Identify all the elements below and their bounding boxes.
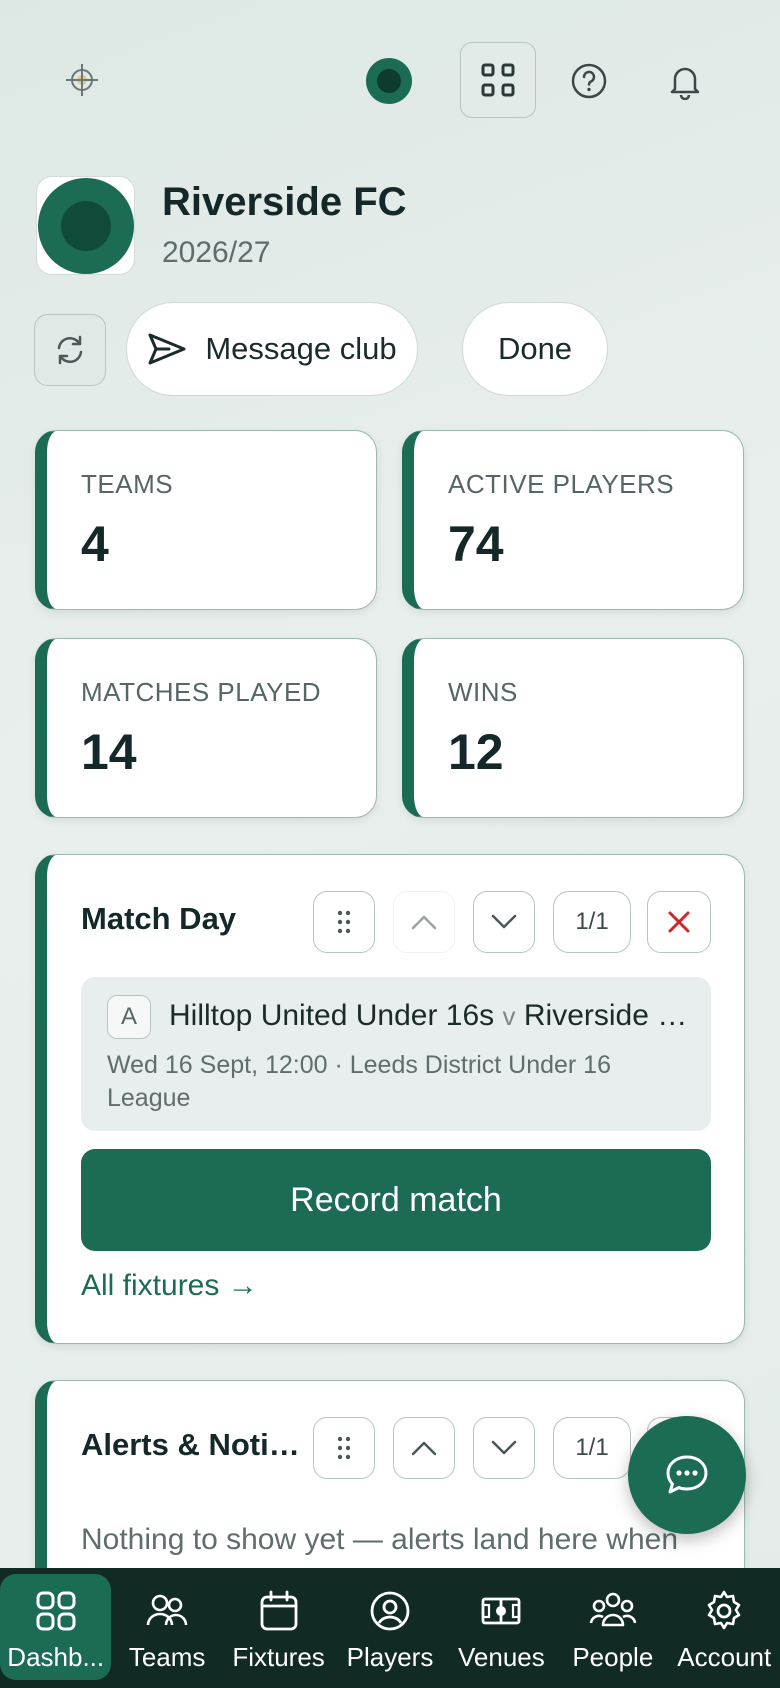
stat-value: 14 [81, 724, 137, 780]
drag-handle-button[interactable] [313, 1417, 375, 1479]
chevron-up-icon [411, 1441, 437, 1456]
stat-label: ACTIVE PLAYERS [448, 469, 675, 499]
club-logo [36, 176, 135, 275]
close-icon [668, 911, 690, 933]
nav-label: Players [346, 1642, 434, 1672]
drag-handle-icon [337, 1436, 351, 1460]
nav-label: People [572, 1642, 654, 1672]
refresh-icon [57, 335, 83, 365]
move-down-button[interactable] [473, 1417, 535, 1479]
chat-fab-button[interactable] [628, 1416, 746, 1534]
nav-label: Teams [128, 1642, 206, 1672]
bell-icon[interactable] [662, 58, 708, 104]
move-up-button[interactable] [393, 1417, 455, 1479]
done-label: Done [497, 331, 573, 366]
nav-account[interactable]: Account [669, 1568, 780, 1688]
send-icon [148, 333, 186, 365]
match-day-card: Match Day 1/1 A Hilltop United Under 16s… [35, 854, 745, 1344]
nav-label: Fixtures [232, 1642, 325, 1672]
match-day-title: Match Day [81, 901, 237, 936]
pitch-icon [479, 1586, 523, 1636]
page-count: 1/1 [553, 1417, 631, 1479]
message-club-label: Message club [205, 331, 397, 366]
stat-label: TEAMS [81, 469, 174, 499]
club-actions: Message club Done [34, 302, 754, 398]
calendar-icon [257, 1586, 301, 1636]
nav-people[interactable]: People [557, 1568, 668, 1688]
stat-value: 74 [448, 516, 504, 572]
record-match-button[interactable]: Record match [81, 1149, 711, 1251]
stat-label: WINS [448, 677, 518, 707]
nav-dashboard[interactable]: Dashb... [0, 1574, 112, 1680]
home-team: Hilltop United Under 16s [169, 999, 495, 1032]
refresh-button[interactable] [34, 314, 106, 386]
people-icon [589, 1586, 637, 1636]
stat-card-active-players[interactable]: ACTIVE PLAYERS 74 [402, 430, 744, 610]
away-badge: A [107, 995, 151, 1039]
away-team: Riverside FC Under 16s [523, 999, 689, 1032]
stat-value: 4 [81, 516, 109, 572]
done-button[interactable]: Done [462, 302, 608, 396]
club-season: 2026/27 [162, 236, 271, 269]
club-switcher-dot[interactable] [366, 58, 412, 104]
page-count: 1/1 [553, 891, 631, 953]
stat-value: 12 [448, 724, 504, 780]
nav-venues[interactable]: Venues [446, 1568, 557, 1688]
dashboard-icon [34, 1586, 78, 1636]
fixture-item[interactable]: A Hilltop United Under 16s v Riverside F… [81, 977, 711, 1131]
help-icon[interactable] [566, 58, 612, 104]
nav-fixtures[interactable]: Fixtures [223, 1568, 334, 1688]
stat-card-matches-played[interactable]: MATCHES PLAYED 14 [35, 638, 377, 818]
move-down-button[interactable] [473, 891, 535, 953]
nav-label: Account [677, 1642, 772, 1672]
bottom-nav: Dashb... Teams Fixtures Players Venues P… [0, 1568, 780, 1688]
chat-icon [666, 1455, 708, 1494]
message-club-button[interactable]: Message club [126, 302, 418, 396]
move-up-button[interactable] [393, 891, 455, 953]
stat-label: MATCHES PLAYED [81, 677, 322, 707]
close-button[interactable] [647, 891, 711, 953]
top-bar [0, 40, 780, 120]
club-name: Riverside FC [162, 180, 407, 224]
drag-handle-icon [337, 910, 351, 934]
chevron-up-icon [411, 915, 437, 930]
nav-label: Venues [458, 1642, 545, 1672]
grid-icon[interactable] [460, 42, 536, 118]
fixture-teams: Hilltop United Under 16s v Riverside FC … [169, 999, 689, 1033]
fixture-meta: Wed 16 Sept, 12:00 · Leeds District Unde… [107, 1051, 611, 1112]
club-header: Riverside FC 2026/27 [36, 176, 736, 276]
all-fixtures-link[interactable]: All fixtures → [81, 1269, 258, 1303]
alerts-title: Alerts & Notifications [81, 1427, 301, 1462]
versus-label: v [502, 1001, 516, 1031]
gear-icon [702, 1586, 746, 1636]
drag-handle-button[interactable] [313, 891, 375, 953]
stat-card-teams[interactable]: TEAMS 4 [35, 430, 377, 610]
nav-players[interactable]: Players [334, 1568, 445, 1688]
nav-teams[interactable]: Teams [111, 1568, 222, 1688]
player-icon [368, 1586, 412, 1636]
alerts-empty-text: Nothing to show yet — alerts land here w… [81, 1523, 678, 1556]
crosshair-icon[interactable] [58, 58, 106, 102]
chevron-down-icon [491, 1440, 517, 1455]
teams-icon [144, 1586, 190, 1636]
stat-card-wins[interactable]: WINS 12 [402, 638, 744, 818]
chevron-down-icon [491, 914, 517, 929]
nav-label: Dashb... [7, 1642, 105, 1672]
